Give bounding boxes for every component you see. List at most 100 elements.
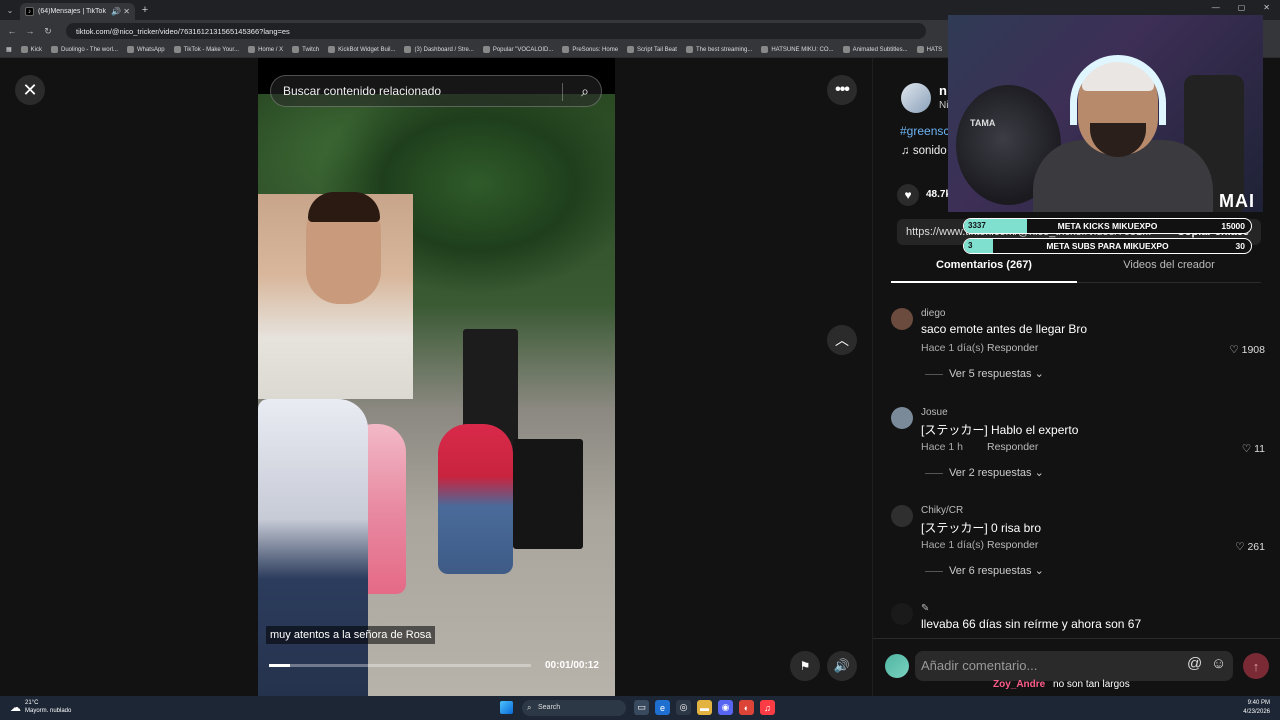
comment-username[interactable]: diego <box>921 308 945 319</box>
taskbar-search-label: Search <box>538 704 561 711</box>
music-icon[interactable]: ♫ <box>760 700 775 715</box>
comment-username[interactable]: ✎ <box>921 603 929 614</box>
bookmark-icon <box>328 46 336 53</box>
bookmark-icon <box>404 46 412 53</box>
related-search-placeholder: Buscar contenido relacionado <box>283 84 442 98</box>
weather-widget[interactable]: ☁ 21°C Mayorm. nublado <box>10 699 71 715</box>
goal-max: 30 <box>1235 241 1245 251</box>
bookmark-item[interactable]: HATS <box>916 46 942 53</box>
task-view-icon[interactable]: ▭ <box>634 700 649 715</box>
previous-video-button[interactable]: ︿ <box>827 325 857 355</box>
reply-button[interactable]: Responder <box>987 539 1038 551</box>
minimize-icon[interactable]: — <box>1212 3 1220 12</box>
stream-chat-message: Zoy_Andre no son tan largos <box>993 679 1130 690</box>
video-timecode: 00:01/00:12 <box>545 660 599 671</box>
reply-button[interactable]: Responder <box>987 441 1038 453</box>
reply-button[interactable]: Responder <box>987 342 1038 354</box>
bookmark-item[interactable]: KickBot Widget Buil... <box>328 46 395 53</box>
github-icon[interactable]: ◎ <box>676 700 691 715</box>
bookmark-icon <box>20 46 28 53</box>
hashtag-link[interactable]: #greensc <box>900 124 949 138</box>
forward-icon[interactable]: → <box>24 26 36 36</box>
comment-like-button[interactable]: ♡ 11 <box>1242 443 1265 455</box>
speaker-icon: 🔊 <box>833 658 851 673</box>
view-replies-button[interactable]: Ver 5 respuestas ⌄ <box>925 367 1044 380</box>
comment-username[interactable]: Josue <box>921 407 948 418</box>
maximize-icon[interactable]: ▢ <box>1238 3 1246 12</box>
browser-tab[interactable]: ♪ (64)Mensajes | TikTok 🔊 ✕ <box>20 3 135 20</box>
bookmark-label: TikTok - Make Your... <box>183 46 240 53</box>
comment-like-button[interactable]: ♡ 261 <box>1235 541 1265 553</box>
comment-input[interactable]: Añadir comentario... <box>915 651 1233 681</box>
view-replies-button[interactable]: Ver 2 respuestas ⌄ <box>925 466 1044 479</box>
send-comment-button[interactable]: ↑ <box>1243 653 1269 679</box>
comment-username[interactable]: Chiky/CR <box>921 505 963 516</box>
volume-button[interactable]: 🔊 <box>827 651 857 681</box>
comment-text: [ステッカー] Hablo el experto <box>921 423 1079 437</box>
bookmark-item[interactable]: Kick <box>20 46 42 53</box>
chrome-icon[interactable]: ◐ <box>739 700 754 715</box>
tab-menu-icon[interactable]: ⌄ <box>0 0 20 20</box>
creator-name[interactable]: n <box>939 83 947 98</box>
taskbar-clock[interactable]: 9:40 PM 4/23/2026 <box>1243 699 1270 717</box>
bookmark-icon <box>761 46 769 53</box>
related-search-input[interactable]: Buscar contenido relacionado ⌕ <box>270 75 602 107</box>
edge-icon[interactable]: e <box>655 700 670 715</box>
bookmark-item[interactable]: WhatsApp <box>126 46 165 53</box>
bookmark-item[interactable]: (3) Dashboard / Stre... <box>404 46 474 53</box>
bookmark-item[interactable]: PreSonus: Home <box>562 46 618 53</box>
bookmark-icon <box>916 46 924 53</box>
tab-close-icon[interactable]: 🔊 ✕ <box>111 7 130 16</box>
divider <box>562 83 563 101</box>
bookmark-label: Animated Subtitles... <box>852 46 908 53</box>
windows-start-icon[interactable] <box>500 701 513 714</box>
bookmark-item[interactable]: Duolingo - The worl... <box>51 46 118 53</box>
discord-icon[interactable]: ◉ <box>718 700 733 715</box>
bookmark-item[interactable]: Animated Subtitles... <box>842 46 908 53</box>
bookmark-item[interactable]: Popular "VOCALOID... <box>482 46 553 53</box>
bookmark-item[interactable]: Twitch <box>292 46 319 53</box>
bookmark-icon <box>292 46 300 53</box>
report-button[interactable]: ⚑ <box>790 651 820 681</box>
like-button[interactable]: ♥ <box>897 184 919 206</box>
folder-icon[interactable]: ▬ <box>697 700 712 715</box>
more-options-button[interactable]: ••• <box>827 75 857 105</box>
person-shape <box>258 399 368 696</box>
bookmark-label: WhatsApp <box>136 46 165 53</box>
search-icon[interactable]: ⌕ <box>581 83 589 100</box>
flag-icon: ⚑ <box>799 659 811 673</box>
windows-taskbar: ☁ 21°C Mayorm. nublado ⌕ Search ▭ e ◎ ▬ … <box>0 696 1280 720</box>
back-icon[interactable]: ← <box>6 26 18 36</box>
url-input[interactable]: tiktok.com/@nico_tricker/video/763161213… <box>66 23 926 39</box>
bookmark-item[interactable]: TikTok - Make Your... <box>173 46 240 53</box>
video-player[interactable]: Buscar contenido relacionado ⌕ muy atent… <box>258 58 615 696</box>
close-icon: ✕ <box>22 79 38 100</box>
user-avatar <box>885 654 909 678</box>
view-replies-button[interactable]: Ver 6 respuestas ⌄ <box>925 564 1044 577</box>
bookmark-label: PreSonus: Home <box>572 46 619 53</box>
close-video-button[interactable]: ✕ <box>15 75 45 105</box>
stream-logo: MAI <box>1219 191 1255 211</box>
bookmark-item[interactable]: Script Tail Beat <box>627 46 677 53</box>
bookmark-item[interactable]: HATSUNE MIKU: CO... <box>761 46 834 53</box>
mention-icon[interactable]: @ <box>1187 655 1202 672</box>
apps-icon[interactable]: ▦ <box>6 46 12 53</box>
comment-like-button[interactable]: ♡ 1908 <box>1229 344 1265 356</box>
comment-avatar[interactable] <box>891 505 913 527</box>
video-progress-bar[interactable] <box>269 664 531 667</box>
comment-avatar[interactable] <box>891 603 913 625</box>
comment-avatar[interactable] <box>891 308 913 330</box>
tab-creator-videos[interactable]: Videos del creador <box>1077 253 1261 283</box>
comment-time: Hace 1 día(s) <box>921 539 985 551</box>
emoji-icon[interactable]: ☺ <box>1211 655 1226 672</box>
sound-link[interactable]: ♫ sonido <box>901 145 947 157</box>
tab-comments[interactable]: Comentarios (267) <box>891 253 1077 283</box>
taskbar-search[interactable]: ⌕ Search <box>522 700 626 716</box>
bookmark-item[interactable]: Home / X <box>248 46 283 53</box>
close-window-icon[interactable]: ✕ <box>1263 3 1270 12</box>
reload-icon[interactable]: ↻ <box>42 26 54 37</box>
bookmark-item[interactable]: The best streaming... <box>685 46 752 53</box>
comment-avatar[interactable] <box>891 407 913 429</box>
creator-avatar[interactable] <box>901 83 931 113</box>
new-tab-button[interactable]: + <box>135 4 155 16</box>
